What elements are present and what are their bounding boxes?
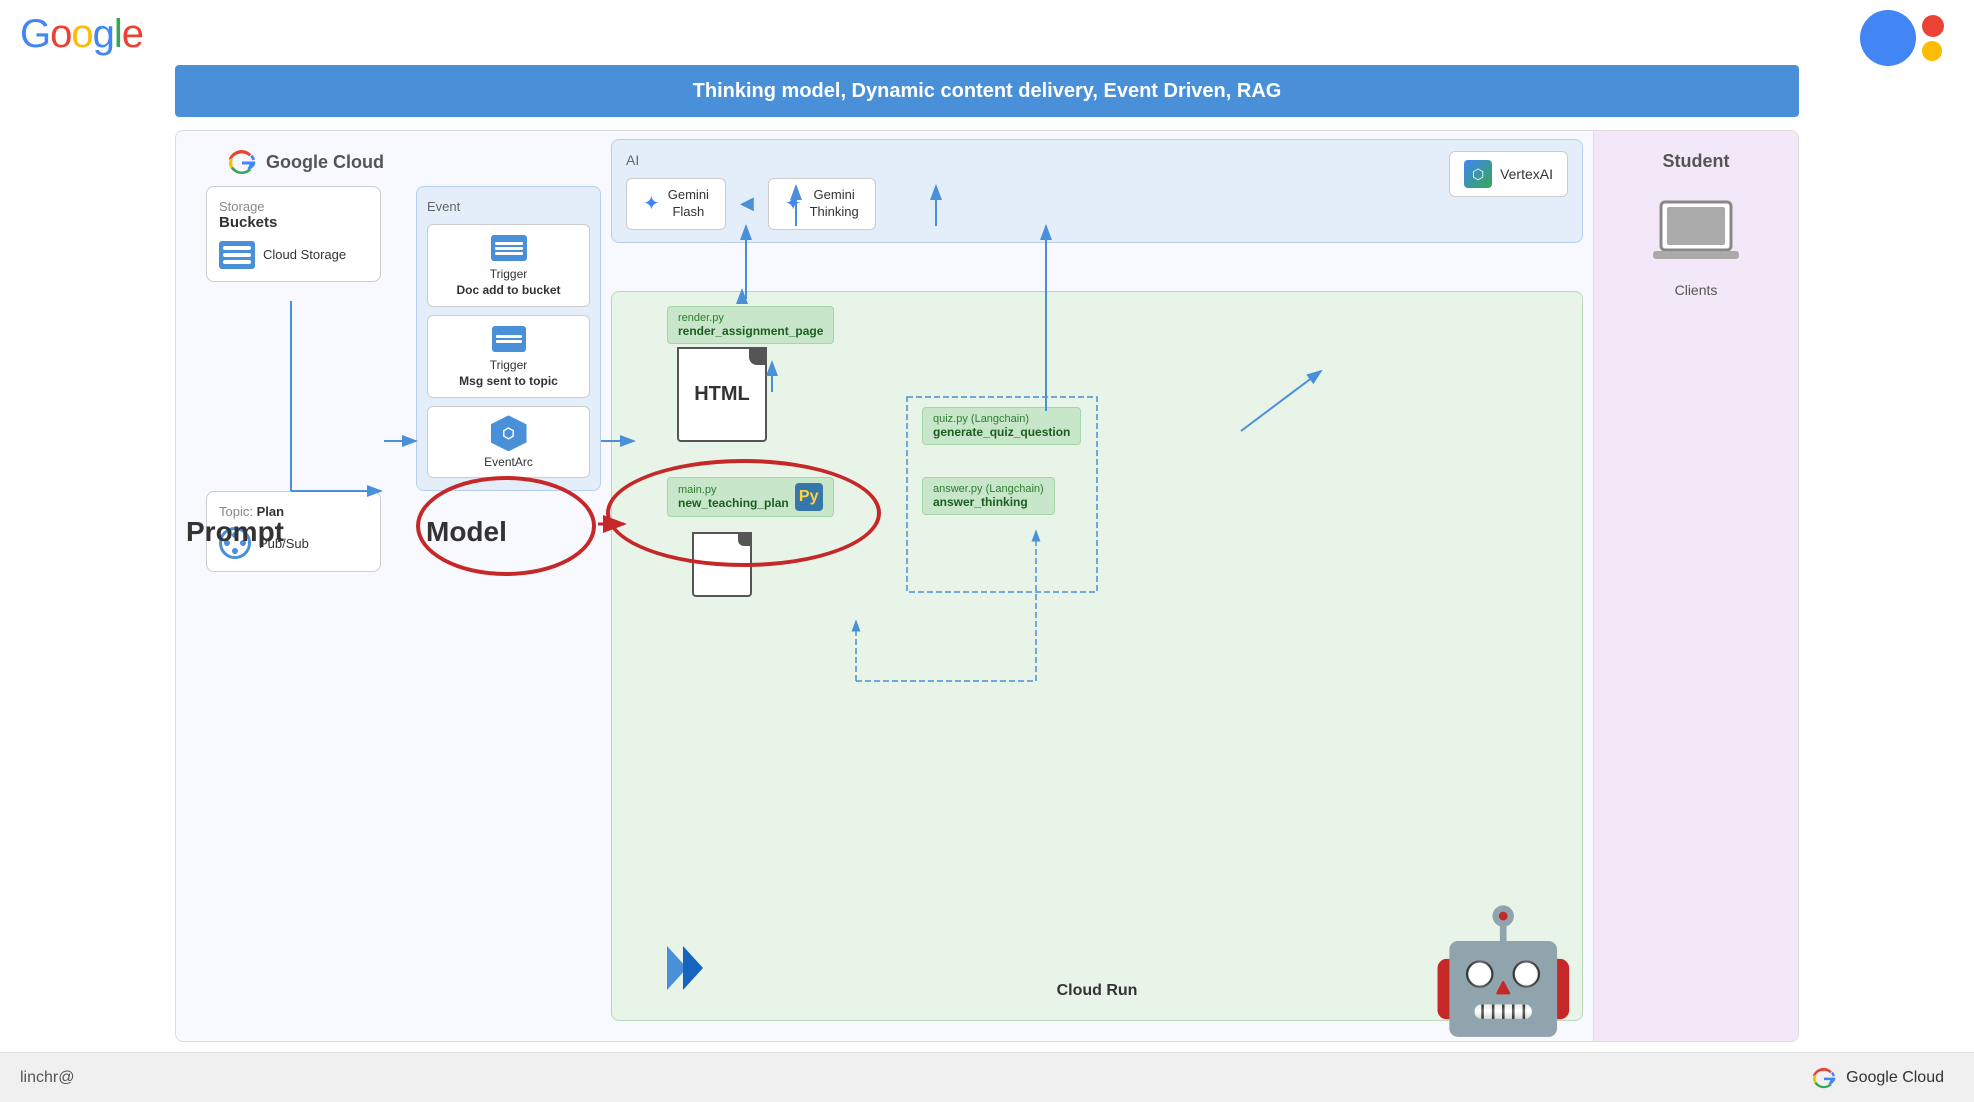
- logo-e: e: [122, 12, 143, 56]
- vertexai-icon: ⬡: [1464, 160, 1492, 188]
- assistant-circle: [1860, 10, 1916, 66]
- cloud-run-label: Cloud Run: [1057, 982, 1138, 1000]
- main-box: main.py new_teaching_plan Py: [667, 477, 834, 517]
- student-label: Student: [1663, 151, 1730, 172]
- bottom-gc-icon: [1810, 1067, 1838, 1089]
- trigger-msg-icon: [489, 324, 529, 354]
- bottom-gc-logo: Google Cloud: [1810, 1067, 1944, 1089]
- quiz-file: quiz.py (Langchain): [933, 413, 1070, 425]
- answer-box: answer.py (Langchain) answer_thinking: [922, 477, 1055, 515]
- assistant-dot-red: [1922, 15, 1944, 37]
- cloud-storage-icon: [219, 241, 255, 269]
- html-doc-icon: HTML: [677, 347, 767, 442]
- gemini-flash-box: ✦ GeminiFlash: [626, 178, 726, 230]
- gc-text: Google Cloud: [266, 152, 384, 173]
- python-icon: Py: [795, 483, 823, 511]
- html-corner-fold: [749, 347, 767, 365]
- laptop-icon: [1651, 197, 1741, 272]
- cs-line3: [223, 260, 251, 264]
- gemini-thinking-box: ✦ GeminiThinking: [768, 178, 876, 230]
- google-cloud-icon: [226, 149, 258, 175]
- prompt-label: Prompt: [186, 516, 284, 548]
- gemini-flash-icon: ✦: [643, 191, 660, 216]
- clients-label: Clients: [1675, 282, 1718, 298]
- render-fn: render_assignment_page: [678, 324, 823, 338]
- storage-box: Storage Buckets Cloud Storage: [206, 186, 381, 282]
- model-label: Model: [426, 516, 507, 548]
- diagram-area: Google Cloud Storage Buckets Cloud Stora…: [175, 130, 1799, 1042]
- ai-section-label: AI: [626, 152, 1568, 168]
- main-fn: new_teaching_plan: [678, 496, 789, 510]
- back-arrow: ◀: [740, 193, 754, 214]
- logo-l: l: [114, 12, 122, 56]
- assistant-dots: [1922, 15, 1944, 61]
- cloud-storage-label: Cloud Storage: [263, 246, 346, 264]
- google-cloud-label: Google Cloud: [226, 149, 384, 175]
- event-box: Event Trigger Doc add to bucket: [416, 186, 601, 491]
- quiz-box: quiz.py (Langchain) generate_quiz_questi…: [922, 407, 1081, 445]
- banner: Thinking model, Dynamic content delivery…: [175, 65, 1799, 117]
- logo-g: G: [20, 12, 50, 56]
- trigger-doc-icon: [489, 233, 529, 263]
- answer-file: answer.py (Langchain): [933, 483, 1044, 495]
- assistant-dot-yellow: [1922, 41, 1942, 61]
- gemini-thinking-icon: ✦: [785, 191, 802, 216]
- doc-icon2: [692, 532, 752, 597]
- ai-section: AI ✦ GeminiFlash ◀ ✦ GeminiThinking: [611, 139, 1583, 243]
- html-label: HTML: [694, 383, 750, 406]
- event-label: Event: [427, 199, 590, 214]
- bottom-gc-text: Google Cloud: [1846, 1069, 1944, 1087]
- render-box: render.py render_assignment_page: [667, 306, 834, 344]
- robot-character: 🤖: [1429, 911, 1578, 1031]
- quiz-fn: generate_quiz_question: [933, 425, 1070, 439]
- gemini-flash-text: GeminiFlash: [668, 187, 709, 221]
- eventarc-hex: ⬡: [491, 415, 527, 451]
- trigger-doc-box: Trigger Doc add to bucket: [427, 224, 590, 307]
- cs-line2: [223, 253, 251, 257]
- storage-buckets: Buckets: [219, 214, 368, 231]
- storage-title: Storage: [219, 199, 368, 214]
- assistant-icon: [1860, 10, 1944, 66]
- vertexai-label: VertexAI: [1500, 166, 1553, 182]
- answer-fn: answer_thinking: [933, 495, 1044, 509]
- google-logo: Google: [20, 12, 143, 57]
- trigger-doc-text: Trigger Doc add to bucket: [436, 267, 581, 298]
- cloud-run-chevrons: [667, 946, 703, 990]
- eventarc-label: EventArc: [436, 455, 581, 469]
- linchr-text: linchr@: [20, 1069, 74, 1087]
- cloud-storage-item: Cloud Storage: [219, 241, 368, 269]
- doc-corner2: [738, 532, 752, 546]
- eventarc-box: ⬡ EventArc: [427, 406, 590, 478]
- main-file: main.py: [678, 484, 789, 496]
- logo-g2: g: [93, 12, 114, 56]
- trigger-msg-text: Trigger Msg sent to topic: [436, 358, 581, 389]
- logo-o1: o: [50, 12, 71, 56]
- bottom-bar: linchr@ Google Cloud: [0, 1052, 1974, 1102]
- gemini-thinking-text: GeminiThinking: [810, 187, 859, 221]
- trigger-msg-box: Trigger Msg sent to topic: [427, 315, 590, 398]
- ai-models-row: ✦ GeminiFlash ◀ ✦ GeminiThinking: [626, 178, 1568, 230]
- banner-text: Thinking model, Dynamic content delivery…: [693, 80, 1282, 103]
- logo-o2: o: [71, 12, 92, 56]
- cs-line1: [223, 246, 251, 250]
- student-panel: Student Clients: [1593, 131, 1798, 1041]
- vertexai-box: ⬡ VertexAI: [1449, 151, 1568, 197]
- eventarc-icon: ⬡: [436, 415, 581, 451]
- render-file: render.py: [678, 312, 823, 324]
